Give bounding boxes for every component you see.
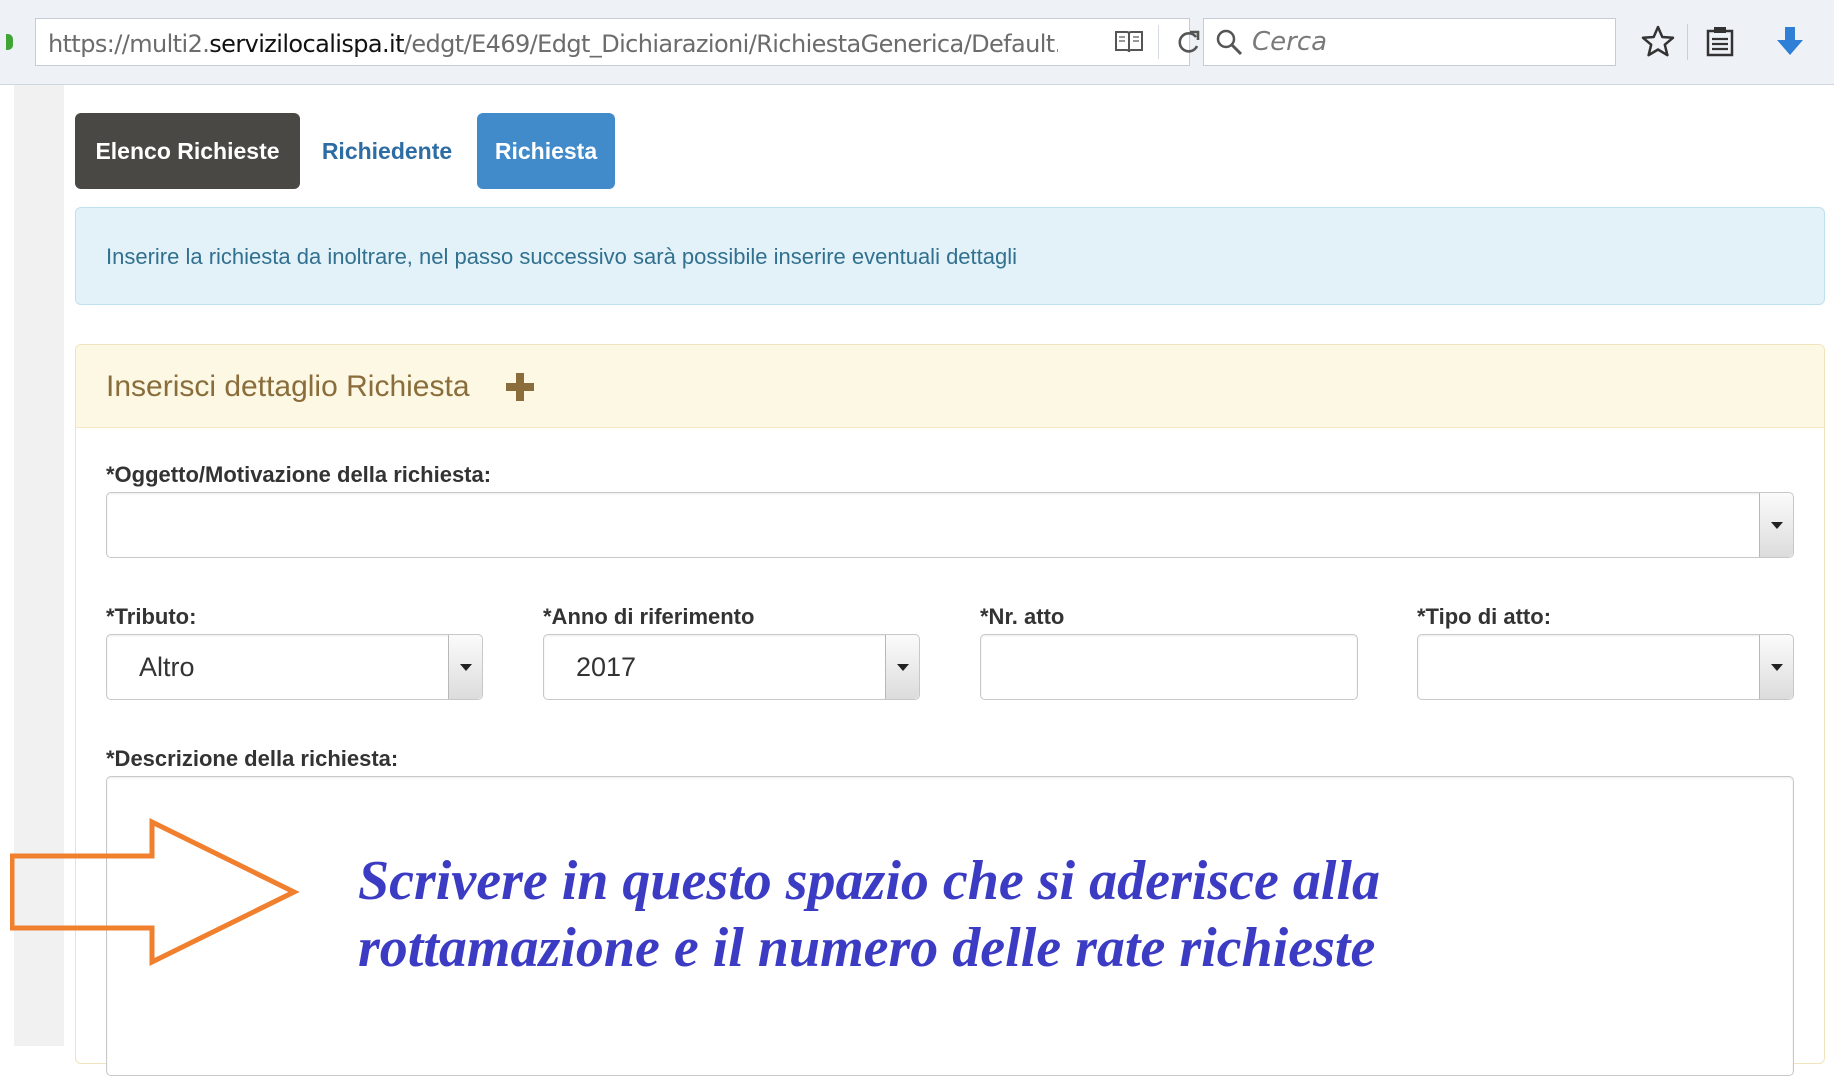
urlbar-separator bbox=[1158, 25, 1159, 59]
url-path: /edgt/E469/Edgt_Dichiarazioni/RichiestaG… bbox=[403, 30, 1058, 58]
tributo-value: Altro bbox=[139, 652, 195, 682]
tab-richiesta[interactable]: Richiesta bbox=[477, 113, 615, 189]
tipo-atto-label: *Tipo di atto: bbox=[1417, 604, 1552, 629]
url-host: servizilocalispa.it bbox=[209, 30, 404, 58]
chevron-down-icon[interactable] bbox=[1759, 635, 1793, 699]
anno-label: *Anno di riferimento bbox=[543, 604, 755, 629]
tab-elenco-richieste[interactable]: Elenco Richieste bbox=[75, 113, 300, 189]
anno-value: 2017 bbox=[576, 652, 637, 682]
search-box[interactable] bbox=[1203, 18, 1616, 66]
chevron-down-icon[interactable] bbox=[1759, 493, 1793, 557]
url-text[interactable]: https://multi2.servizilocalispa.it/edgt/… bbox=[48, 30, 1058, 58]
descrizione-label: *Descrizione della richiesta: bbox=[106, 746, 399, 771]
tributo-label: *Tributo: bbox=[106, 604, 197, 629]
annotation-arrow-icon bbox=[9, 817, 300, 968]
annotation-line-1: Scrivere in questo spazio che si aderisc… bbox=[358, 850, 1380, 912]
reader-view-icon[interactable] bbox=[1106, 23, 1152, 61]
tab-richiedente[interactable]: Richiedente bbox=[312, 113, 462, 189]
nr-atto-input[interactable] bbox=[980, 634, 1358, 700]
annotation-line-2: rottamazione e il numero delle rate rich… bbox=[358, 917, 1376, 979]
oggetto-label: *Oggetto/Motivazione della richiesta: bbox=[106, 462, 492, 487]
panel-title: Inserisci dettaglio Richiesta bbox=[106, 370, 470, 403]
search-icon bbox=[1214, 27, 1244, 57]
oggetto-select[interactable] bbox=[106, 492, 1794, 558]
bookmark-star-icon[interactable] bbox=[1638, 22, 1678, 62]
add-plus-icon[interactable] bbox=[504, 371, 536, 403]
annotation-text: Scrivere in questo spazio che si aderisc… bbox=[358, 848, 1558, 982]
panel-heading: Inserisci dettaglio Richiesta bbox=[76, 345, 1824, 428]
anno-select[interactable]: 2017 bbox=[543, 634, 920, 700]
info-alert: Inserire la richiesta da inoltrare, nel … bbox=[75, 207, 1825, 305]
tributo-select[interactable]: Altro bbox=[106, 634, 483, 700]
tipo-atto-select[interactable] bbox=[1417, 634, 1794, 700]
chevron-down-icon[interactable] bbox=[448, 635, 482, 699]
nr-atto-label: *Nr. atto bbox=[980, 604, 1065, 629]
reading-list-icon[interactable] bbox=[1700, 22, 1740, 62]
info-alert-text: Inserire la richiesta da inoltrare, nel … bbox=[106, 244, 1018, 269]
address-bar[interactable]: https://multi2.servizilocalispa.it/edgt/… bbox=[35, 18, 1200, 66]
browser-toolbar: https://multi2.servizilocalispa.it/edgt/… bbox=[0, 0, 1834, 85]
toolbar-separator bbox=[1687, 24, 1688, 60]
download-icon[interactable] bbox=[1770, 22, 1810, 62]
search-input[interactable] bbox=[1252, 25, 1602, 59]
secure-lock-icon bbox=[6, 34, 13, 50]
chevron-down-icon[interactable] bbox=[885, 635, 919, 699]
url-prefix: https://multi2. bbox=[48, 30, 210, 58]
